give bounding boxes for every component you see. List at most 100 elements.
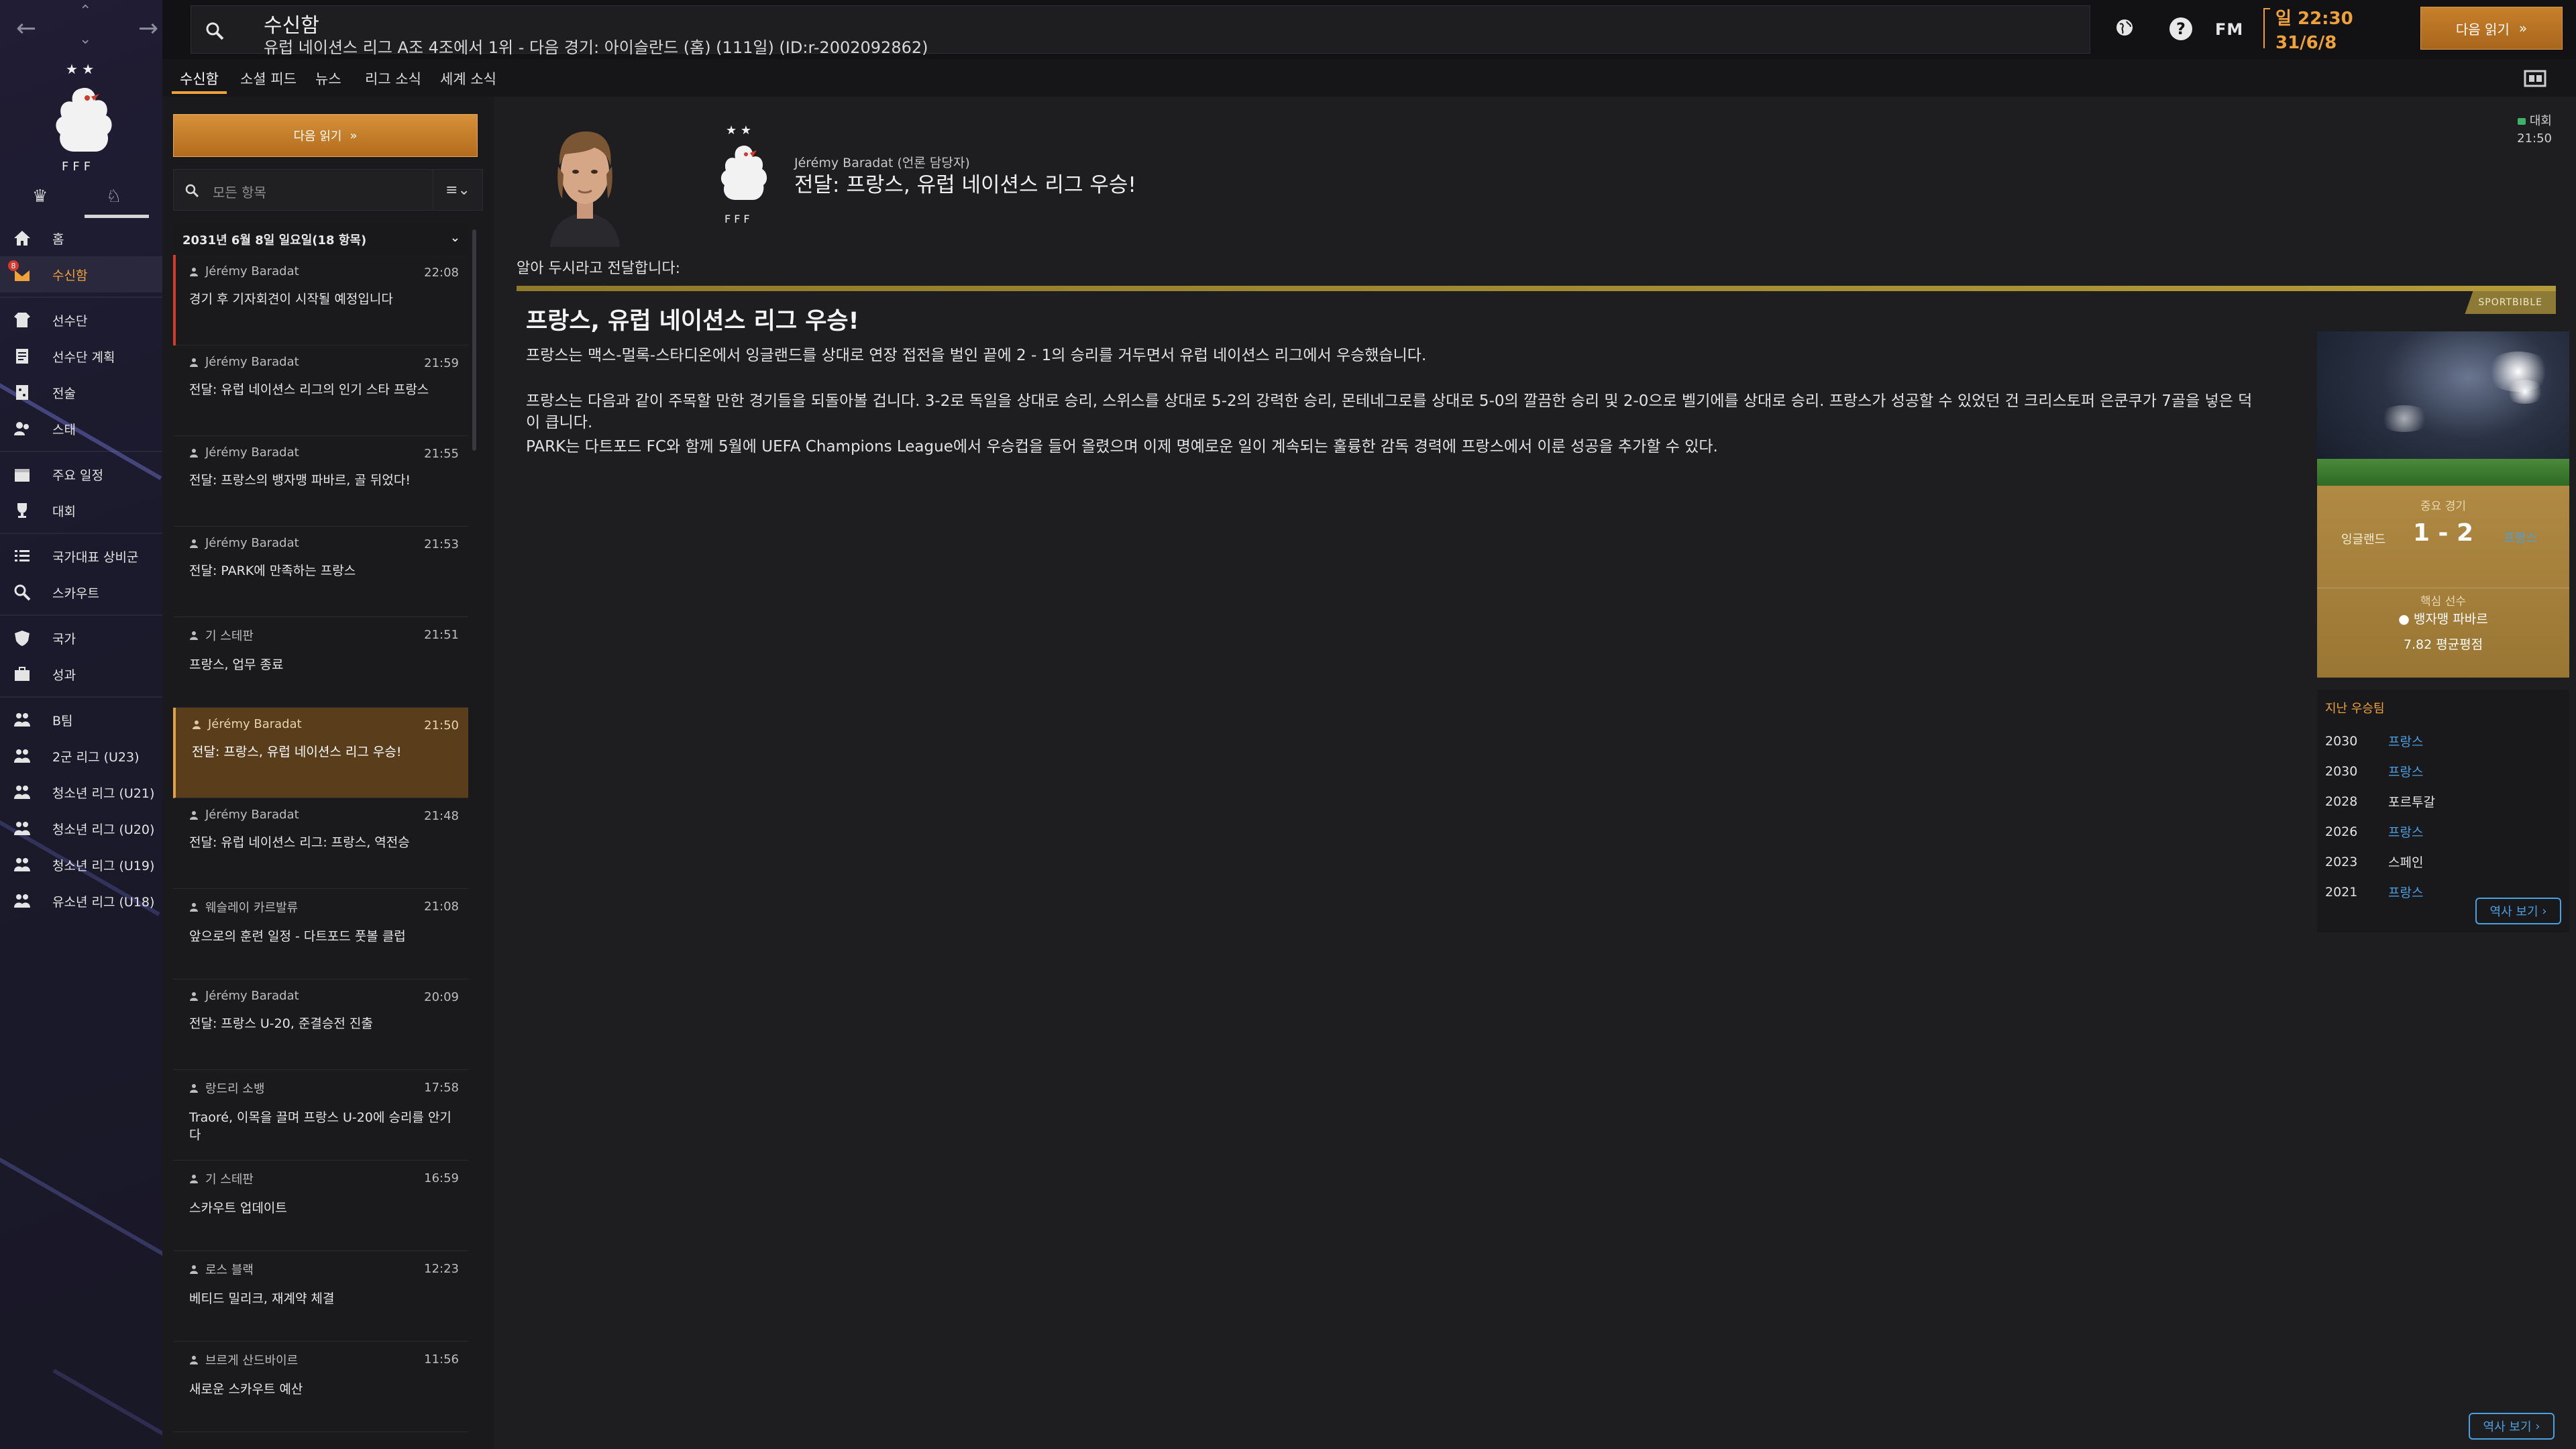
- item-sender: Jérémy Baradat: [205, 445, 299, 460]
- page-title-search-bar[interactable]: 수신함 유럽 네이션스 리그 A조 4조에서 1위 - 다음 경기: 아이슬란드…: [191, 5, 2090, 57]
- fm-menu-button[interactable]: FM: [2215, 20, 2243, 39]
- inbox-item[interactable]: Jérémy Baradat 22:08 경기 후 기자회견이 시작될 예정입니…: [173, 255, 468, 345]
- sidebar-item-label: 선수단 계획: [52, 350, 115, 365]
- sidebar-item-inbox[interactable]: 8 수신함: [0, 256, 162, 292]
- forward-arrow-icon[interactable]: →: [138, 15, 158, 42]
- inbox-date-header[interactable]: 2031년 6월 8일 일요일(18 항목) ⌄: [173, 224, 468, 254]
- chevron-down-icon: ⌄: [449, 231, 460, 245]
- inbox-continue-label: 다음 읽기: [293, 129, 342, 144]
- winner-team[interactable]: 프랑스: [2388, 883, 2423, 901]
- sidebar-item-squad[interactable]: 선수단: [0, 302, 162, 338]
- inbox-item-selected[interactable]: Jérémy Baradat 21:50 전달: 프랑스, 유럽 네이션스 리그…: [173, 708, 468, 798]
- sidebar-item-u21[interactable]: 청소년 리그 (U21): [0, 774, 162, 810]
- continue-button[interactable]: 다음 읽기 »: [2420, 7, 2563, 50]
- help-icon[interactable]: ?: [2169, 17, 2192, 40]
- down-chevron-icon[interactable]: ⌄: [79, 31, 91, 48]
- search-icon[interactable]: [205, 21, 225, 44]
- game-date-time[interactable]: 일 22:30 31/6/8: [2275, 7, 2353, 55]
- inbox-scrollbar[interactable]: [472, 229, 476, 451]
- inbox-item[interactable]: Jérémy Baradat 21:53 전달: PARK에 만족하는 프랑스: [173, 527, 468, 617]
- team-icon: [11, 817, 34, 840]
- tab-news[interactable]: 뉴스: [315, 68, 341, 89]
- winner-team[interactable]: 프랑스: [2388, 822, 2423, 841]
- key-player[interactable]: ● 뱅자맹 파바르: [2317, 609, 2569, 627]
- news-article: SPORTBIBLE 프랑스, 유럽 네이션스 리그 우승! 프랑스는 맥스-멀…: [517, 286, 2569, 1024]
- sidebar-item-scouting[interactable]: 스카우트: [0, 574, 162, 610]
- inbox-item[interactable]: Jérémy Baradat 21:55 전달: 프랑스의 뱅자맹 파바르, 골…: [173, 436, 468, 527]
- sender-portrait[interactable]: [538, 113, 632, 247]
- person-icon: ●: [2398, 612, 2414, 627]
- inbox-item[interactable]: Jérémy Baradat 21:48 전달: 유럽 네이션스 리그: 프랑스…: [173, 798, 468, 889]
- filter-options-button[interactable]: ≡⌄: [433, 170, 482, 210]
- item-sender: Jérémy Baradat: [205, 355, 299, 369]
- sidebar-item-schedule[interactable]: 주요 일정: [0, 456, 162, 492]
- inbox-item[interactable]: Jérémy Baradat 20:09 전달: 프랑스 U-20, 준결승전 …: [173, 979, 468, 1070]
- person-icon: [190, 991, 198, 1001]
- inbox-continue-button[interactable]: 다음 읽기 »: [173, 114, 478, 157]
- message-competition-tag[interactable]: 대회 21:50: [2517, 113, 2552, 148]
- sidebar-item-squad-plan[interactable]: 선수단 계획: [0, 338, 162, 374]
- item-subject: 전달: 프랑스 U-20, 준결승전 진출: [189, 1016, 373, 1031]
- back-arrow-icon[interactable]: ←: [16, 15, 36, 42]
- bottom-view-history-button[interactable]: 역사 보기 ›: [2469, 1413, 2555, 1440]
- tab-league-news[interactable]: 리그 소식: [365, 68, 421, 89]
- inbox-filter-input[interactable]: 모든 항목 ≡⌄: [173, 169, 483, 211]
- item-time: 21:53: [424, 537, 459, 551]
- sidebar-item-u19[interactable]: 청소년 리그 (U19): [0, 847, 162, 883]
- sidebar-item-u23[interactable]: 2군 리그 (U23): [0, 738, 162, 774]
- item-time: 21:51: [424, 628, 459, 642]
- inbox-item[interactable]: 로스 블랙 12:23 베티드 밀리크, 재계약 체결: [173, 1251, 468, 1342]
- up-chevron-icon[interactable]: ⌃: [79, 3, 91, 19]
- sidebar-item-u18[interactable]: 유소년 리그 (U18): [0, 883, 162, 919]
- fff-crest-logo[interactable]: ★ ★ FFF: [40, 61, 123, 176]
- article-paragraph: 프랑스는 다음과 같이 주목할 만한 경기들을 되돌아볼 겁니다. 3-2로 독…: [526, 392, 2253, 431]
- person-icon: [190, 810, 198, 820]
- inbox-item[interactable]: 웨슬레이 카르발류 21:08 앞으로의 훈련 일정 - 다트포드 풋볼 클럽: [173, 889, 468, 979]
- item-subject: 새로운 스카우트 예산: [189, 1382, 303, 1397]
- screen-options-icon[interactable]: [2524, 68, 2546, 93]
- tab-world-news[interactable]: 세계 소식: [440, 68, 496, 89]
- sidebar-item-national-pool[interactable]: 국가대표 상비군: [0, 538, 162, 574]
- team-icon: [11, 781, 34, 804]
- inbox-item[interactable]: 랑드리 소뱅 17:58 Traoré, 이목을 끌며 프랑스 U-20에 승리…: [173, 1070, 468, 1161]
- away-team[interactable]: 프랑스: [2504, 529, 2537, 546]
- past-winners-panel: 지난 우승팀 2030 프랑스 2030 프랑스 2028 포르투갈 2026 프랑스 …: [2317, 690, 2569, 932]
- sidebar-item-home[interactable]: 홈: [0, 220, 162, 256]
- squad-plan-icon: [11, 345, 34, 368]
- item-time: 21:55: [424, 447, 459, 461]
- inbox-item[interactable]: Jérémy Baradat 21:59 전달: 유럽 네이션스 리그의 인기 …: [173, 345, 468, 436]
- inbox-item[interactable]: 기 스테판 16:59 스카우트 업데이트: [173, 1161, 468, 1251]
- sidebar-item-tactics[interactable]: 전술: [0, 374, 162, 411]
- person-icon: [190, 903, 198, 912]
- inbox-item[interactable]: 기 스테판 21:51 프랑스, 업무 종료: [173, 617, 468, 708]
- item-subject: 스카우트 업데이트: [189, 1201, 287, 1216]
- winner-team[interactable]: 프랑스: [2388, 762, 2423, 780]
- item-subject: 프랑스, 업무 종료: [189, 657, 284, 672]
- tab-social-feed[interactable]: 소셜 피드: [240, 68, 297, 89]
- sidebar-item-u20[interactable]: 청소년 리그 (U20): [0, 810, 162, 847]
- sidebar-item-label: 주요 일정: [52, 468, 103, 483]
- sidebar-item-label: 스카우트: [52, 586, 99, 601]
- nation-badge-icon[interactable]: ♘: [106, 186, 121, 207]
- key-match-card[interactable]: 중요 경기 잉글랜드 1 - 2 프랑스 핵심 선수 ● 뱅자맹 파바르 7.8…: [2317, 486, 2569, 678]
- sidebar-item-staff[interactable]: 스태: [0, 411, 162, 447]
- team-icon: [11, 853, 34, 876]
- sidebar-item-performance[interactable]: 성과: [0, 656, 162, 692]
- item-subject: 전달: PARK에 만족하는 프랑스: [189, 564, 356, 578]
- world-icon[interactable]: [2114, 17, 2135, 42]
- article-headline: 프랑스, 유럽 네이션스 리그 우승!: [526, 308, 859, 335]
- chevron-right-icon: ›: [2542, 904, 2547, 918]
- tab-inbox[interactable]: 수신함: [180, 68, 219, 89]
- winner-team[interactable]: 스페인: [2388, 853, 2423, 871]
- winner-team[interactable]: 프랑스: [2388, 732, 2423, 750]
- winner-team[interactable]: 포르투갈: [2388, 792, 2435, 810]
- club-badge-icon[interactable]: ♛: [32, 186, 48, 207]
- view-history-button[interactable]: 역사 보기 ›: [2475, 898, 2561, 924]
- sidebar-item-b-team[interactable]: B팀: [0, 702, 162, 738]
- sidebar-item-nation[interactable]: 국가: [0, 620, 162, 656]
- list-icon: [11, 545, 34, 568]
- france-crest-logo[interactable]: ★ ★ FFF: [708, 122, 775, 232]
- sidebar-item-competitions[interactable]: 대회: [0, 492, 162, 529]
- winner-year: 2023: [2325, 854, 2358, 869]
- inbox-item[interactable]: 브르게 산드바이르 11:56 새로운 스카우트 예산: [173, 1342, 468, 1432]
